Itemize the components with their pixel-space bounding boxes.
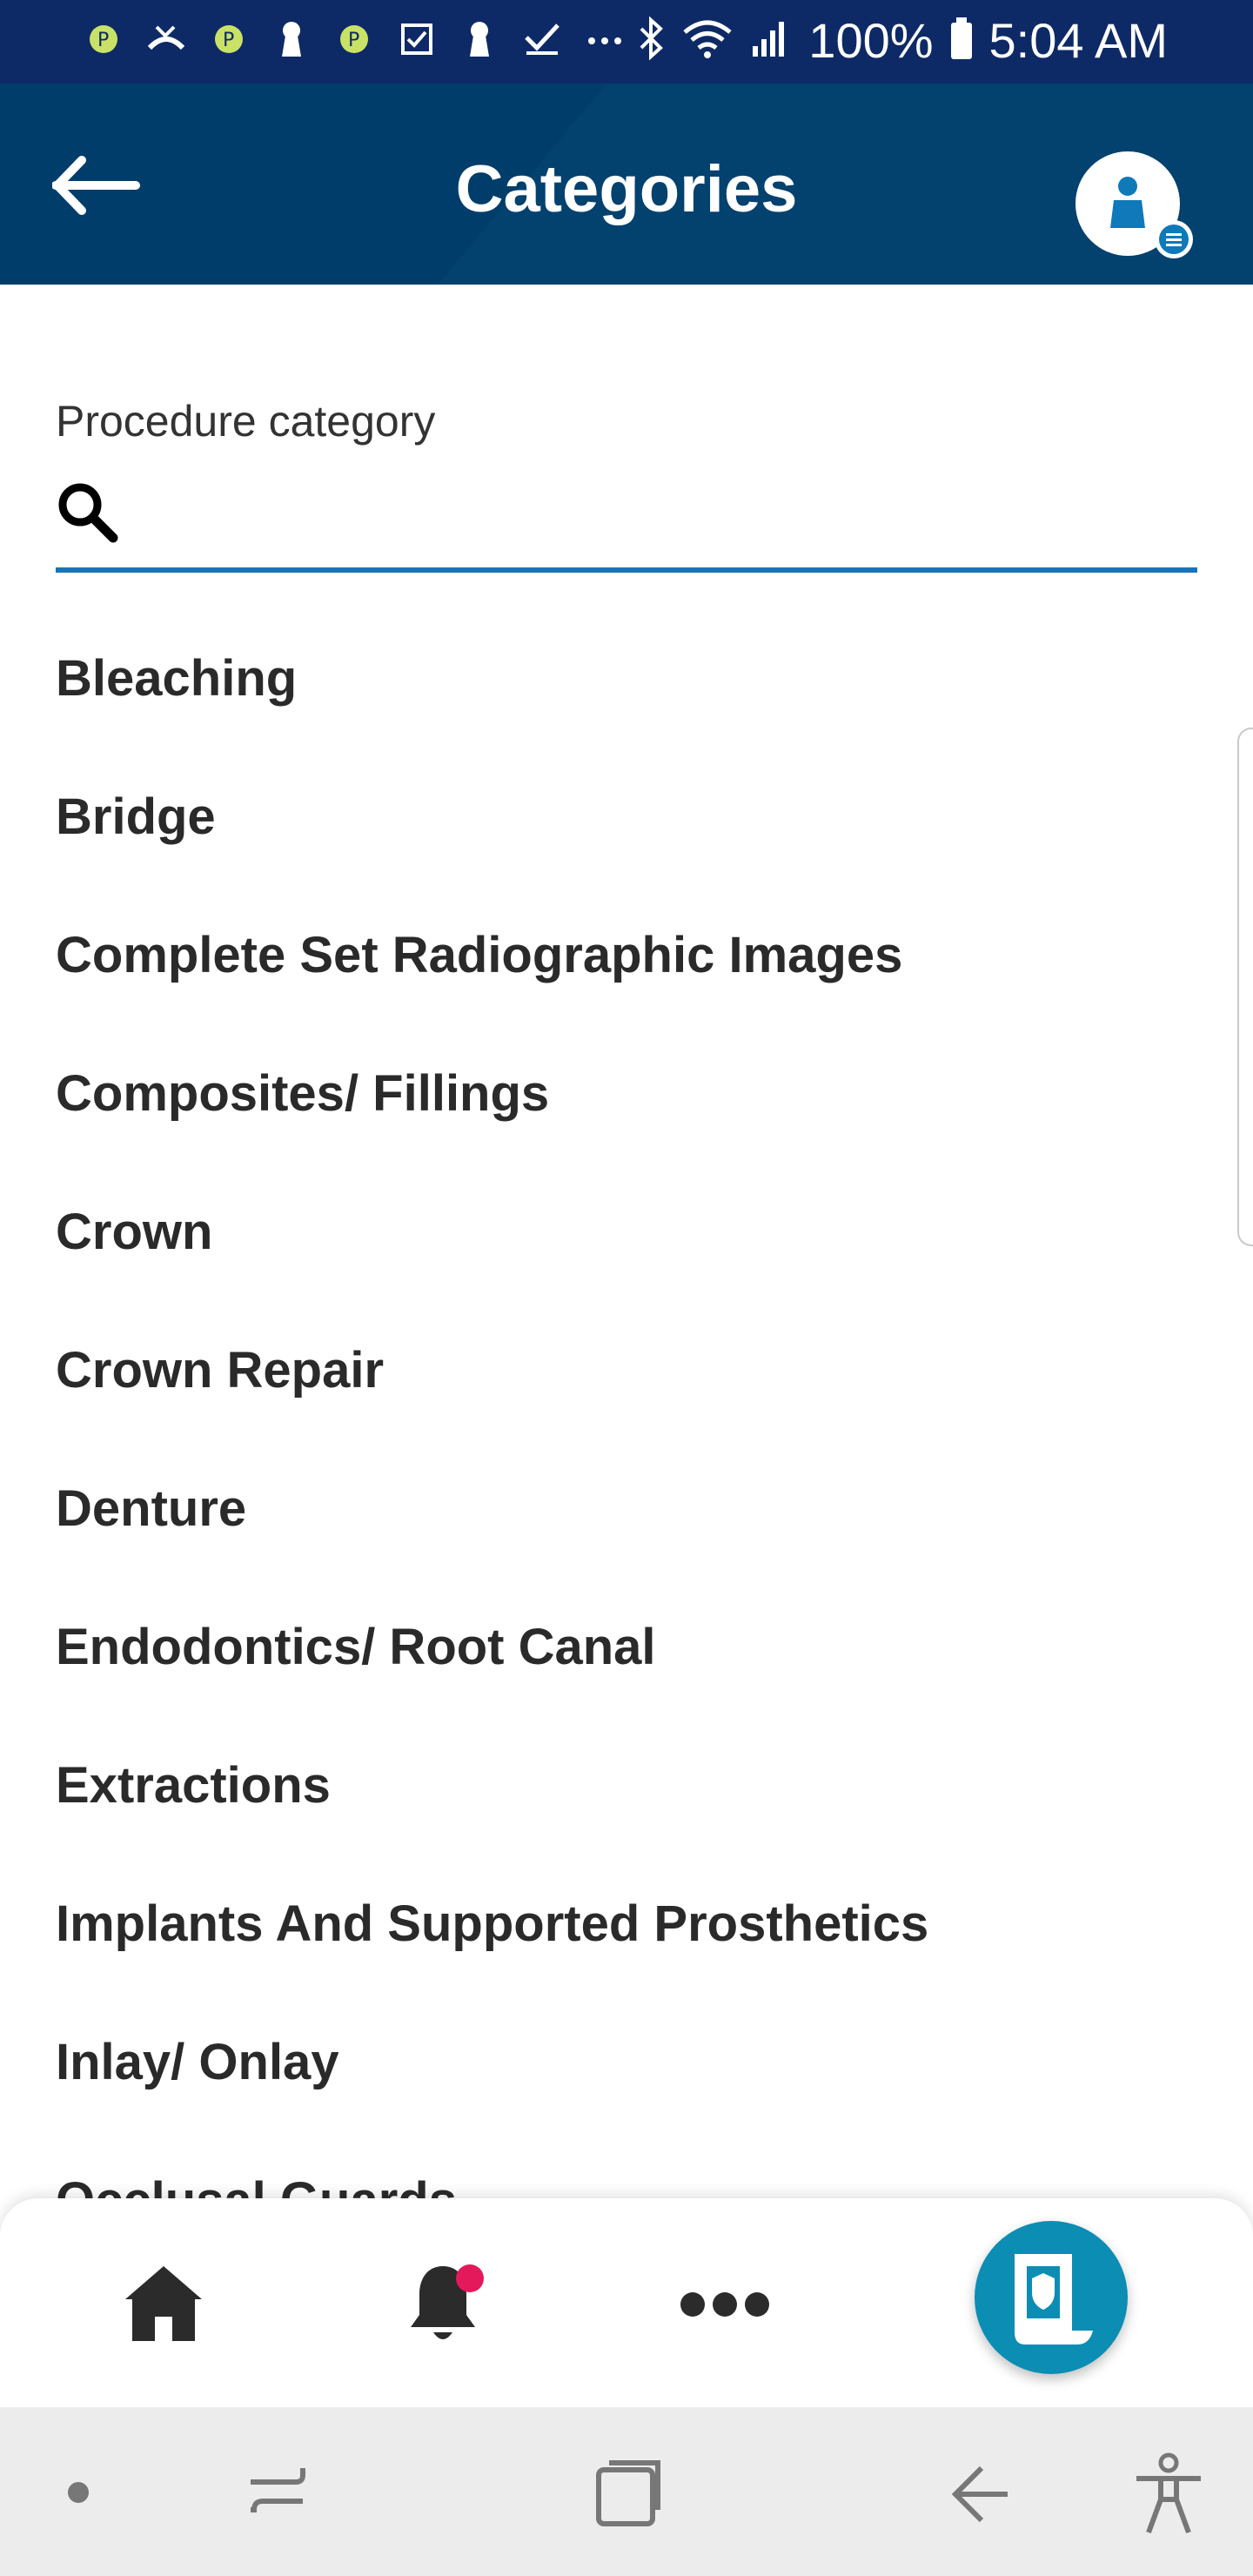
system-navigation-bar: [0, 2407, 1253, 2576]
search-underline: [56, 567, 1197, 573]
more-dots-icon: [585, 19, 625, 59]
notification-icons: P P P: [84, 19, 625, 59]
search-icon: [54, 479, 120, 545]
list-item[interactable]: Bridge: [0, 748, 1253, 886]
search-label: Procedure category: [56, 397, 436, 446]
list-item[interactable]: Occlusal Guards: [0, 2131, 1253, 2198]
dot-icon[interactable]: [66, 2480, 90, 2505]
search-input[interactable]: [139, 470, 1196, 559]
home-icon: [125, 2266, 202, 2341]
accessibility-icon[interactable]: [1131, 2451, 1206, 2538]
list-item[interactable]: Implants And Supported Prosthetics: [0, 1855, 1253, 1993]
battery-level: 100%: [808, 13, 934, 68]
id-card-icon: [1015, 2254, 1093, 2345]
checkbox-icon: [397, 19, 437, 59]
menu-lines-icon: [1159, 225, 1189, 254]
clock: 5:04 AM: [988, 13, 1168, 68]
svg-text:P: P: [223, 30, 234, 51]
status-bar: P P P 100% 5:04 AM: [0, 0, 1253, 84]
svg-text:P: P: [348, 30, 359, 51]
menu-badge[interactable]: [1155, 220, 1193, 258]
more-icon: [680, 2292, 769, 2317]
list-item[interactable]: Complete Set Radiographic Images: [0, 886, 1253, 1024]
wifi-icon: [681, 17, 734, 64]
page-title: Categories: [455, 152, 798, 226]
keyhole-icon: [271, 19, 312, 59]
list-item[interactable]: Crown Repair: [0, 1301, 1253, 1439]
list-item[interactable]: Composites/ Fillings: [0, 1024, 1253, 1163]
back-nav-icon[interactable]: [947, 2461, 1013, 2527]
list-item[interactable]: Denture: [0, 1439, 1253, 1578]
keyhole-icon: [459, 19, 499, 59]
list-item[interactable]: Bleaching: [0, 609, 1253, 748]
scrollbar[interactable]: [1237, 728, 1253, 1246]
list-item[interactable]: Crown: [0, 1163, 1253, 1301]
battery-icon: [949, 16, 974, 65]
app-notification-icon: P: [334, 19, 374, 59]
home-button[interactable]: [122, 2261, 205, 2349]
list-item[interactable]: Extractions: [0, 1716, 1253, 1855]
app-header: Categories: [0, 84, 1253, 285]
app-notification-icon: P: [209, 19, 249, 59]
svg-text:P: P: [97, 30, 109, 51]
missed-call-icon: [146, 19, 186, 59]
more-button[interactable]: [677, 2284, 773, 2330]
check-icon: [522, 19, 562, 59]
system-status: 100% 5:04 AM: [636, 12, 1168, 69]
signal-icon: [749, 17, 793, 64]
notification-dot: [456, 2264, 484, 2292]
list-item[interactable]: Inlay/ Onlay: [0, 1993, 1253, 2131]
list-item[interactable]: Endodontics/ Root Canal: [0, 1578, 1253, 1716]
category-list: Bleaching Bridge Complete Set Radiograph…: [0, 609, 1253, 2198]
recents-icon[interactable]: [244, 2459, 313, 2529]
app-notification-icon: P: [84, 19, 124, 59]
bluetooth-icon: [636, 16, 666, 64]
home-square-icon[interactable]: [592, 2458, 665, 2531]
id-card-fab[interactable]: [975, 2221, 1128, 2374]
